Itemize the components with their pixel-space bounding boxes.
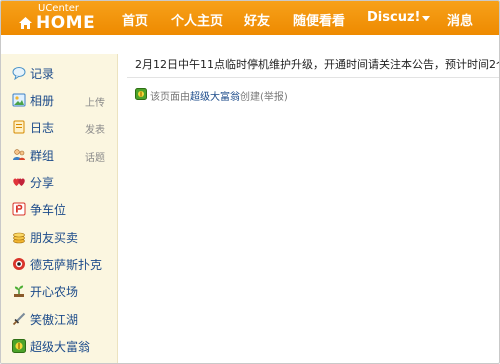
sidebar-item-label: 群组 [30, 149, 55, 163]
sidebar-item-label: 争车位 [30, 203, 67, 217]
sidebar-item-record[interactable]: 记录 [1, 62, 118, 86]
nav-home[interactable]: 首页 [122, 10, 148, 29]
announcement-text: 2月12日中午11点临时停机维护升级，开通时间请关注本公告，预计时间2个小时 [135, 58, 500, 71]
groups-topic-link[interactable]: 话题 [85, 149, 105, 164]
nav-friends[interactable]: 好友 [244, 10, 270, 29]
blog-post-link[interactable]: 发表 [85, 121, 105, 136]
sidebar-item-album[interactable]: 相册 上传 [1, 89, 118, 113]
sidebar-item-parking[interactable]: 争车位 [1, 198, 118, 222]
nav-messages[interactable]: 消息 [447, 10, 473, 29]
sidebar-item-label: 德克萨斯扑克 [30, 258, 103, 272]
ucenter-home-logo[interactable]: UCenter HOME [17, 2, 97, 34]
sidebar-item-poker[interactable]: 德克萨斯扑克 [1, 253, 118, 277]
sidebar-item-farm[interactable]: 开心农场 [1, 280, 118, 304]
app-sidebar: 记录 相册 上传 日志 发表 群组 话题 分享 争车位 朋友买卖 德克萨斯扑克 … [1, 54, 118, 363]
sidebar-item-monopoly[interactable]: 超级大富翁 [1, 335, 118, 359]
sidebar-item-share[interactable]: 分享 [1, 171, 118, 195]
sidebar-item-label: 朋友买卖 [30, 231, 79, 245]
parking-icon [12, 202, 26, 216]
sidebar-item-blog[interactable]: 日志 发表 [1, 116, 118, 140]
speech-bubble-icon [12, 67, 26, 80]
sidebar-item-label: 笑傲江湖 [30, 313, 79, 327]
sidebar-item-groups[interactable]: 群组 话题 [1, 144, 118, 168]
divider [127, 77, 499, 78]
sidebar-item-label: 超级大富翁 [30, 340, 91, 354]
sidebar-item-jianghu[interactable]: 笑傲江湖 [1, 308, 118, 332]
nav-discuz[interactable]: Discuz! [367, 10, 420, 25]
sidebar-item-label: 记录 [30, 67, 55, 81]
sprout-icon [14, 285, 24, 297]
sidebar-item-friend-trade[interactable]: 朋友买卖 [1, 226, 118, 250]
sidebar-item-label: 分享 [30, 176, 55, 190]
photo-album-icon [12, 93, 26, 107]
poker-chip-icon [13, 258, 25, 270]
sidebar-item-label: 相册 [30, 94, 55, 108]
notebook-icon [13, 120, 25, 134]
credit-prefix: 该页面由 [150, 92, 190, 103]
nav-explore[interactable]: 随便看看 [293, 10, 345, 29]
monopoly-icon [12, 339, 26, 353]
credit-suffix[interactable]: 创建(举报) [240, 92, 288, 103]
credit-text: 该页面由超级大富翁创建(举报) [150, 88, 288, 103]
sidebar-item-label: 开心农场 [30, 285, 79, 299]
home-icon [19, 17, 32, 29]
monopoly-icon [135, 88, 147, 100]
creator-link[interactable]: 超级大富翁 [190, 92, 240, 103]
coins-icon [13, 232, 25, 244]
logo-big-text: HOME [36, 13, 96, 33]
app-frame: UCenter HOME 首页 个人主页 好友 随便看看 Discuz! 消息 … [0, 0, 500, 364]
sidebar-item-label: 日志 [30, 121, 55, 135]
nav-profile[interactable]: 个人主页 [171, 10, 223, 29]
sword-icon [12, 312, 26, 326]
hearts-icon [13, 178, 25, 186]
top-header: UCenter HOME 首页 个人主页 好友 随便看看 Discuz! 消息 [1, 1, 499, 35]
album-upload-link[interactable]: 上传 [85, 94, 105, 109]
group-users-icon [13, 149, 25, 160]
chevron-down-icon[interactable] [422, 16, 430, 21]
